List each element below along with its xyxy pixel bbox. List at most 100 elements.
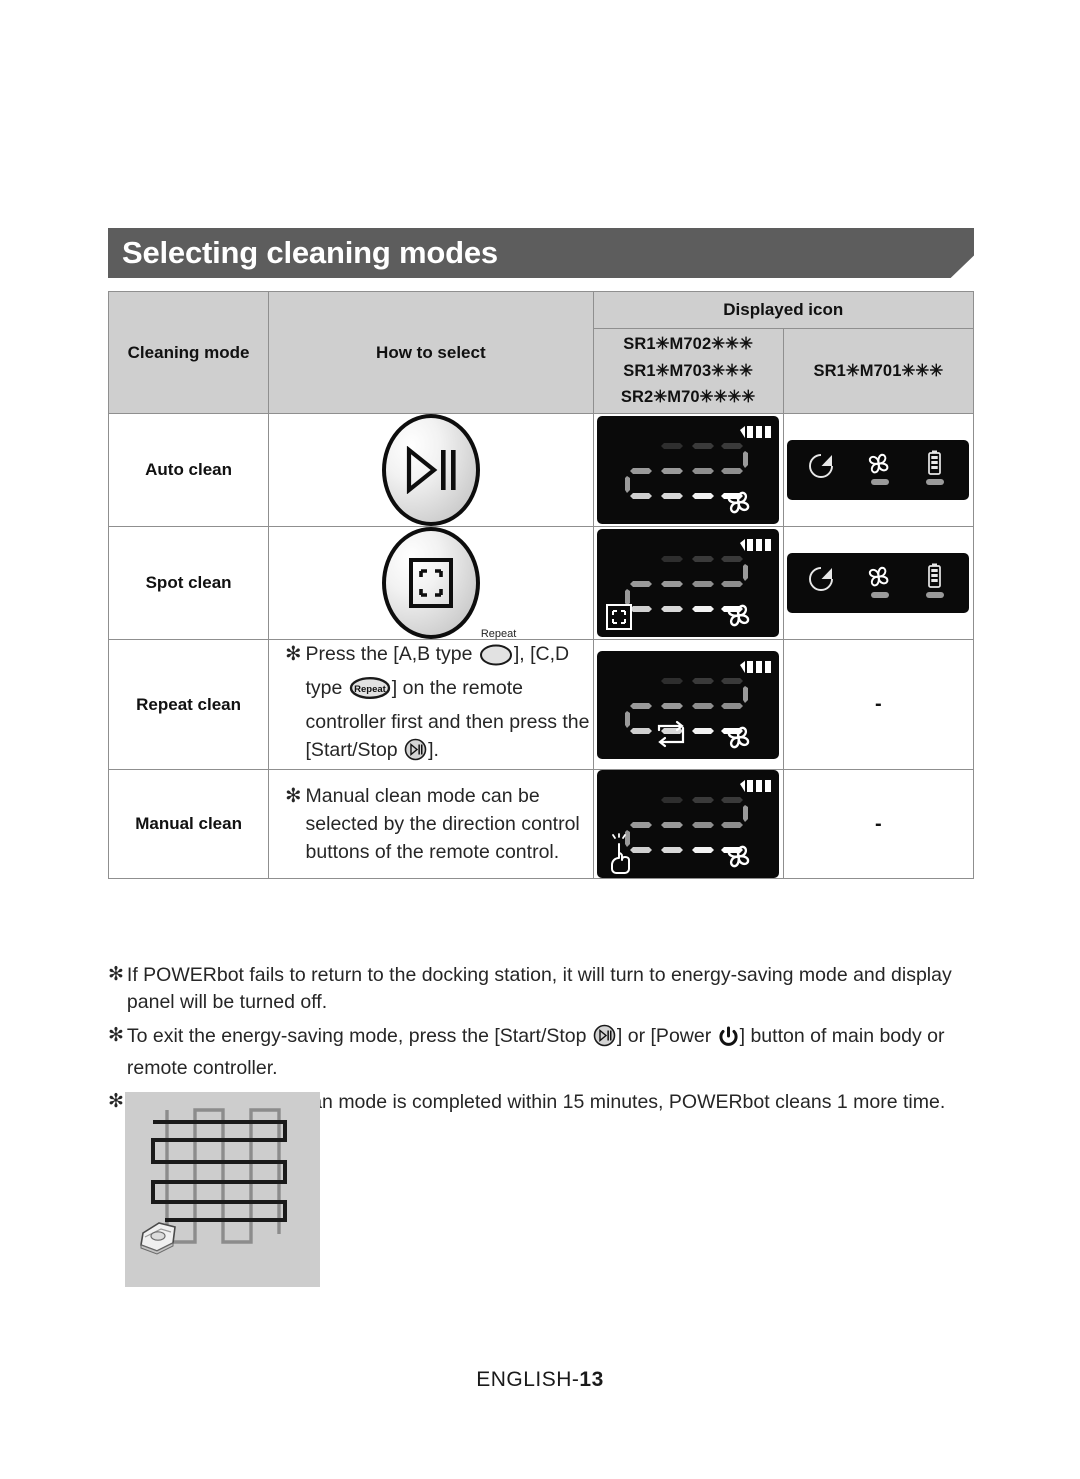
asterisk-marker: ✻ [108,964,124,985]
mode-label: Spot clean [145,573,232,592]
battery-3-bars-icon [740,660,772,673]
lcd-graphics [606,539,772,630]
asterisk-marker: ✻ [108,1024,124,1046]
battery-3-bars-icon [740,539,772,551]
play-pause-icon [406,446,456,494]
four-dashes-segment-icon [625,443,749,499]
cell-how-spot-clean [268,526,594,640]
footer-page-number: 13 [579,1368,604,1391]
start-stop-button[interactable] [404,738,427,769]
lcd-panel-spot-clean-m701 [787,553,970,613]
note-item: ✻ To exit the energy-saving mode, press … [108,1023,980,1082]
play-pause-circle-icon [593,1024,616,1047]
four-dashes-segment-icon [625,556,749,612]
lcd-panel-manual-clean [597,770,780,879]
fan-icon [727,604,750,627]
fan-icon [869,566,889,587]
cell-mode-manual-clean: Manual clean [107,769,270,880]
powerbot-robot-icon [140,1222,176,1255]
header-how-to-select: How to select [268,291,594,414]
cell-mode-repeat-clean: Repeat clean [107,638,270,771]
battery-3-bars-icon [740,426,772,438]
clock-icon [809,454,834,478]
battery-level-dash [926,479,945,485]
lcd-graphics [625,660,772,748]
play-pause-circle-icon [404,738,427,761]
svg-text:Repeat: Repeat [354,684,387,695]
lcd-graphics [809,563,945,598]
header-displayed-icon: Displayed icon [592,291,975,329]
play-pause-button[interactable] [381,414,480,526]
lcd-panel-spot-clean [597,529,780,637]
fan-level-dash [871,479,890,485]
remote-ab-repeat-button[interactable]: Repeat [479,628,516,674]
note-item: ✻ If POWERbot fails to return to the doc… [108,962,980,1016]
fan-icon [727,491,750,514]
fan-icon [727,845,750,868]
lcd-panel-auto-clean-m701 [787,440,970,500]
note-text-part-2: ] or [Power [616,1024,717,1047]
table-row: Repeat clean ✻ Press the [A,B type Repea… [107,628,975,771]
power-icon [719,1026,738,1046]
clock-icon [809,567,834,591]
model-line-2: SR1✳M703✳✳✳ [623,361,754,380]
repeat-instruction-text: Press the [A,B type Repeat], [C,D type R… [305,628,593,769]
cell-how-manual-clean: ✻ Manual clean mode can be selected by t… [268,769,594,880]
lcd-panel-repeat-clean [597,650,780,759]
vertical-pass-path [165,1108,281,1244]
four-dashes-segment-icon [625,677,749,734]
battery-3-bars-icon [740,780,772,793]
asterisk-marker: ✻ [285,643,302,665]
note-text-part-1: To exit the energy-saving mode, press th… [126,1024,592,1047]
zigzag-cleaning-path-diagram [125,1092,320,1287]
page-footer: ENGLISH-13 [0,1368,1080,1392]
model-line-3: SR2✳M70✳✳✳✳ [620,388,756,407]
spot-clean-button[interactable] [381,527,480,639]
cell-display-manual-group1 [592,769,784,880]
table-row: Manual clean ✻ Manual clean mode can be … [107,769,975,880]
cell-display-manual-group2: - [782,769,975,880]
cell-display-spot-group1 [592,526,784,640]
model-line-1: SR1✳M702✳✳✳ [623,334,754,353]
header-model-group-1: SR1✳M702✳✳✳ SR1✳M703✳✳✳ SR2✳M70✳✳✳✳ [592,328,784,414]
table-row: Auto clean [107,413,975,527]
note-text: If POWERbot fails to return to the docki… [126,964,952,1013]
spot-icon [606,604,633,630]
mode-label: Auto clean [145,460,233,479]
fan-level-dash [871,592,890,598]
power-button[interactable] [718,1025,739,1055]
lcd-graphics [611,780,772,875]
lcd-graphics [809,450,945,485]
manual-instruction-text: Manual clean mode can be selected by the… [305,784,580,864]
cell-display-auto-group2 [782,413,975,527]
mode-label: Manual clean [135,814,242,834]
cell-display-spot-group2 [782,526,975,640]
four-dashes-segment-icon [625,797,749,854]
fan-icon [727,726,750,748]
repeat-labeled-button-icon: Repeat [349,677,390,700]
fan-icon [869,453,889,474]
battery-icon [928,563,942,588]
battery-icon [928,450,942,475]
mode-label: Repeat clean [136,694,242,714]
cleaning-path-graphic [140,1108,287,1255]
cell-display-repeat-group2: - [782,638,975,771]
page-title-banner: Selecting cleaning modes [108,228,974,278]
cell-display-repeat-group1 [592,638,784,771]
remote-cd-repeat-button[interactable]: Repeat [349,677,391,707]
page-title: Selecting cleaning modes [122,235,498,270]
footer-language-label: ENGLISH- [476,1368,580,1391]
start-stop-button[interactable] [593,1024,616,1055]
repeat-button-label-ab: Repeat [480,628,517,640]
horizontal-pass-path [151,1120,287,1222]
repeat-text-part-5: ]. [428,738,439,761]
cell-how-repeat-clean: ✻ Press the [A,B type Repeat], [C,D type… [268,628,594,771]
header-model-group-2: SR1✳M701✳✳✳ [782,328,975,414]
battery-level-dash [926,592,945,598]
cell-display-auto-group1 [592,413,784,527]
cell-mode-spot-clean: Spot clean [107,526,270,640]
lcd-graphics [625,426,772,514]
repeat-text-part-1: Press the [A,B type [305,643,478,665]
lcd-panel-auto-clean [597,416,780,524]
asterisk-marker: ✻ [108,1090,124,1112]
